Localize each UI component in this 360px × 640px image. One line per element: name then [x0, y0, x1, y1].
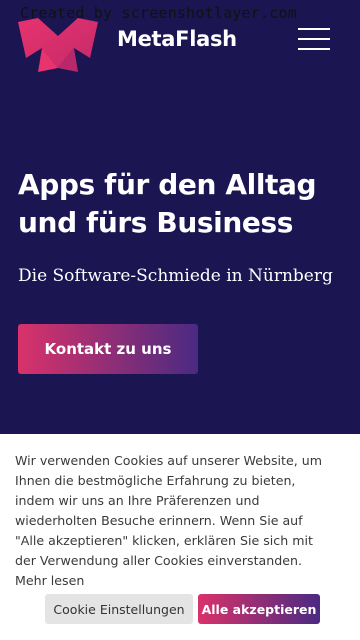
hero-title-line-1: Apps für den Alltag [18, 168, 317, 201]
cookie-banner: Wir verwenden Cookies auf unserer Websit… [0, 434, 360, 640]
watermark-text: Created by screenshotlayer.com [20, 4, 297, 22]
contact-button[interactable]: Kontakt zu uns [18, 324, 198, 374]
hero-title: Apps für den Alltag und fürs Business [18, 166, 348, 242]
hero-title-line-2: und fürs Business [18, 206, 293, 239]
cookie-settings-button[interactable]: Cookie Einstellungen [45, 594, 193, 624]
cookie-message: Wir verwenden Cookies auf unserer Websit… [15, 453, 322, 568]
cookie-text-block: Wir verwenden Cookies auf unserer Websit… [15, 451, 335, 591]
hamburger-menu-icon[interactable] [298, 26, 332, 52]
read-more-link[interactable]: Mehr lesen [15, 573, 84, 588]
metaflash-logo-icon[interactable] [18, 18, 98, 72]
accept-all-button[interactable]: Alle akzeptieren [198, 594, 320, 624]
brand-name[interactable]: MetaFlash [117, 27, 237, 51]
hero-subtitle: Die Software-Schmiede in Nürnberg [18, 266, 333, 286]
